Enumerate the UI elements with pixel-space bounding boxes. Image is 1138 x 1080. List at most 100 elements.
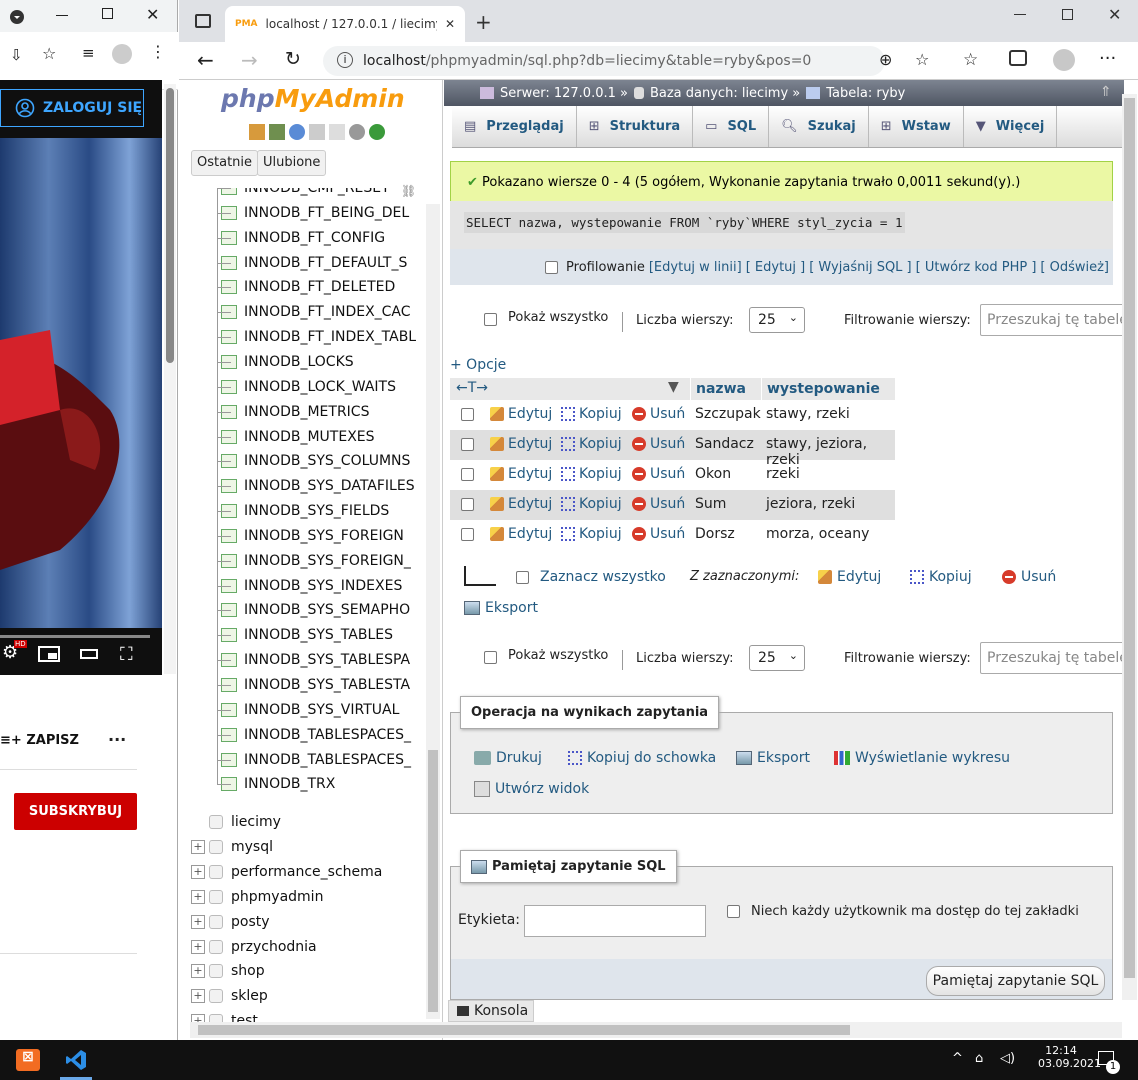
main-scroll-thumb[interactable] <box>1124 98 1135 978</box>
nav-table-item[interactable]: INNODB_FT_DELETED <box>221 275 395 299</box>
row-checkbox[interactable] <box>461 438 474 451</box>
nav-table-item[interactable]: INNODB_FT_BEING_DEL <box>221 201 409 225</box>
inline-edit-link[interactable]: [Edytuj w linii] <box>649 260 742 275</box>
scroll-top-icon[interactable]: ⇑ <box>1100 84 1112 100</box>
edit-link[interactable]: [ Edytuj ] <box>746 260 806 275</box>
expand-icon[interactable]: + <box>191 864 205 879</box>
favorites-icon[interactable]: ☆ <box>963 50 978 70</box>
select-all-checkbox[interactable] <box>516 571 529 584</box>
bulk-delete-button[interactable]: Usuń <box>1002 569 1056 585</box>
row-delete-button[interactable]: Usuń <box>632 466 685 482</box>
menu-tab[interactable]: ⊞ Wstaw <box>869 106 964 147</box>
row-edit-button[interactable]: Edytuj <box>490 436 552 452</box>
options-link[interactable]: + Opcje <box>450 357 506 373</box>
nav-table-item[interactable]: INNODB_SYS_FOREIGN <box>221 524 404 548</box>
nav-table-item[interactable]: INNODB_SYS_COLUMNS <box>221 449 410 473</box>
row-checkbox[interactable] <box>461 528 474 541</box>
xampp-icon[interactable]: ⊠ <box>16 1049 40 1071</box>
copy-icon[interactable] <box>329 124 345 140</box>
youtube-scroll-thumb[interactable] <box>166 88 174 363</box>
star-icon[interactable]: ☆ <box>42 44 56 63</box>
install-icon[interactable]: ⇩ <box>10 46 23 64</box>
profile-icon[interactable] <box>112 44 132 64</box>
video-player[interactable]: ⚙ HD ⛶ <box>0 80 162 675</box>
create-view-button[interactable]: Utwórz widok <box>474 781 589 797</box>
tab-actions-icon[interactable] <box>195 14 211 28</box>
row-edit-button[interactable]: Edytuj <box>490 526 552 542</box>
reload-icon[interactable] <box>369 124 385 140</box>
nav-table-item[interactable]: INNODB_MUTEXES <box>221 425 375 449</box>
nav-table-item[interactable]: INNODB_SYS_FOREIGN_ <box>221 549 411 573</box>
show-all-checkbox[interactable] <box>484 313 497 326</box>
row-delete-button[interactable]: Usuń <box>632 406 685 422</box>
bulk-copy-button[interactable]: Kopiuj <box>910 569 972 585</box>
pma-logo[interactable]: phpMyAdmin <box>221 84 405 113</box>
sort-chevron-icon[interactable]: ▼ <box>668 379 679 395</box>
save-button[interactable]: ≡+ ZAPISZ <box>0 733 79 748</box>
menu-tab[interactable]: ▼ Więcej <box>964 106 1058 147</box>
nav-table-item[interactable]: INNODB_SYS_TABLESPA <box>221 648 410 672</box>
filter-input[interactable]: Przeszukaj tę tabelę <box>980 642 1130 674</box>
expand-icon[interactable]: + <box>191 889 205 904</box>
close-icon[interactable]: ✕ <box>146 5 159 24</box>
nav-database-item[interactable]: + mysql <box>179 835 273 859</box>
home-icon[interactable] <box>249 124 265 140</box>
bulk-edit-button[interactable]: Edytuj <box>818 569 881 585</box>
theater-icon[interactable] <box>80 649 98 659</box>
maximize-icon[interactable] <box>1062 9 1073 20</box>
add-favorite-icon[interactable]: ☆ <box>915 50 929 69</box>
volume-icon[interactable]: ◁) <box>1000 1051 1015 1066</box>
playlist-icon[interactable]: ≡ <box>82 44 95 62</box>
column-resize-arrows[interactable]: ←T→ <box>456 380 488 396</box>
nav-scrollbar[interactable] <box>426 204 440 1019</box>
nav-table-item[interactable]: INNODB_SYS_VIRTUAL <box>221 698 399 722</box>
nav-table-item[interactable]: INNODB_TABLESPACES_ <box>221 723 411 747</box>
sql-query[interactable]: SELECT nazwa, wystepowanie FROM `ryby`WH… <box>464 212 905 233</box>
nav-table-item[interactable]: INNODB_TABLESPACES_ <box>221 748 411 772</box>
tab-close-icon[interactable]: ✕ <box>445 17 455 31</box>
new-tab-icon[interactable]: + <box>475 10 492 34</box>
row-count-select[interactable]: 25 ⌄ <box>749 307 805 333</box>
tray-chevron-icon[interactable]: ^ <box>952 1051 963 1066</box>
minimize-icon[interactable] <box>56 15 68 16</box>
menu-tab[interactable]: ▭ SQL <box>693 106 770 147</box>
nav-table-item[interactable]: INNODB_FT_DEFAULT_S <box>221 251 407 275</box>
row-copy-button[interactable]: Kopiuj <box>561 496 622 512</box>
menu-tab[interactable]: ⊞ Struktura <box>577 106 694 147</box>
back-icon[interactable]: ← <box>197 48 214 72</box>
info-icon[interactable]: i <box>337 52 353 68</box>
forward-icon[interactable]: → <box>241 48 258 72</box>
profile-icon[interactable] <box>1053 49 1075 71</box>
maximize-icon[interactable] <box>102 8 113 19</box>
chart-button[interactable]: Wyświetlanie wykresu <box>834 750 1010 766</box>
expand-icon[interactable]: + <box>191 839 205 854</box>
select-all-label[interactable]: Zaznacz wszystko <box>540 569 666 585</box>
refresh-link[interactable]: [ Odśwież] <box>1040 260 1109 275</box>
subscribe-button[interactable]: SUBSKRYBUJ <box>14 793 137 830</box>
settings-icon[interactable] <box>349 124 365 140</box>
create-php-link[interactable]: [ Utwórz kod PHP ] <box>916 260 1037 275</box>
collections-icon[interactable] <box>1009 50 1027 66</box>
row-copy-button[interactable]: Kopiuj <box>561 436 622 452</box>
horizontal-scroll-thumb[interactable] <box>198 1025 850 1035</box>
help-icon[interactable] <box>289 124 305 140</box>
horizontal-scrollbar[interactable] <box>190 1022 1122 1038</box>
expand-icon[interactable]: + <box>191 989 205 1004</box>
nav-table-item[interactable]: INNODB_FT_CONFIG <box>221 226 385 250</box>
nav-table-item[interactable]: INNODB_SYS_TABLES <box>221 623 393 647</box>
nav-table-item[interactable]: INNODB_SYS_FIELDS <box>221 499 389 523</box>
breadcrumb-database[interactable]: Baza danych: liecimy » <box>650 86 800 101</box>
miniplayer-icon[interactable] <box>38 646 60 662</box>
more-actions-icon[interactable]: ··· <box>108 730 126 749</box>
more-icon[interactable]: ··· <box>1099 48 1116 69</box>
recent-button[interactable]: Ostatnie <box>191 150 259 176</box>
copy-clipboard-button[interactable]: Kopiuj do schowka <box>568 750 716 766</box>
row-delete-button[interactable]: Usuń <box>632 436 685 452</box>
address-bar[interactable]: i localhost/phpmyadmin/sql.php?db=liecim… <box>323 46 929 76</box>
console-tab[interactable]: Konsola <box>448 1000 534 1022</box>
row-edit-button[interactable]: Edytuj <box>490 496 552 512</box>
row-copy-button[interactable]: Kopiuj <box>561 466 622 482</box>
row-count-select[interactable]: 25 ⌄ <box>749 645 805 671</box>
export-button[interactable]: Eksport <box>464 600 538 616</box>
bookmark-button[interactable]: Pamiętaj zapytanie SQL <box>926 966 1105 996</box>
